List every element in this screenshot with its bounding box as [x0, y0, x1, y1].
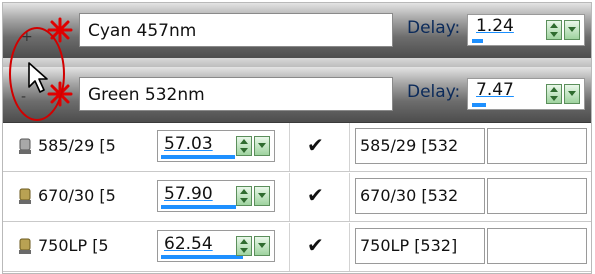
- filter-icon: [19, 188, 31, 204]
- empty-field[interactable]: [487, 128, 587, 164]
- mouse-cursor-icon: [28, 62, 48, 93]
- laser-row-cyan: + Cyan 457nm Delay: 1.24: [3, 3, 591, 59]
- laser-config-panel: + Cyan 457nm Delay: 1.24 - Green 532nm D…: [2, 2, 592, 274]
- percent-level-bar: [161, 255, 243, 259]
- band-separator: [3, 58, 591, 67]
- delay-value[interactable]: 1.24: [476, 16, 514, 36]
- cell-divider: [349, 173, 350, 221]
- filter-icon: [19, 138, 31, 154]
- laser-name-field[interactable]: Green 532nm: [79, 77, 393, 111]
- filter-name: 585/29 [5: [38, 136, 116, 155]
- alias-field[interactable]: 670/30 [532: [355, 178, 485, 214]
- cell-divider: [349, 123, 350, 171]
- cell-divider: [289, 173, 290, 221]
- percent-stepper[interactable]: 57.03: [157, 130, 275, 162]
- spinner-icon[interactable]: [236, 136, 270, 156]
- laser-row-green: - Green 532nm Delay: 7.47: [3, 67, 591, 123]
- laser-name-field[interactable]: Cyan 457nm: [79, 13, 393, 47]
- enabled-checkbox[interactable]: ✔: [307, 183, 324, 207]
- delay-stepper[interactable]: 7.47: [467, 78, 585, 110]
- enabled-checkbox[interactable]: ✔: [307, 233, 324, 257]
- percent-stepper[interactable]: 62.54: [157, 230, 275, 262]
- cell-divider: [289, 123, 290, 171]
- delay-label: Delay:: [407, 82, 461, 102]
- spinner-icon[interactable]: [236, 236, 270, 256]
- filter-name: 670/30 [5: [38, 186, 116, 205]
- spinner-icon[interactable]: [546, 20, 580, 40]
- table-row: 670/30 [5 57.90 ✔ 670/30 [532: [3, 173, 591, 222]
- delay-stepper[interactable]: 1.24: [467, 14, 585, 46]
- alias-field[interactable]: 750LP [532]: [355, 228, 485, 264]
- filter-table: 585/29 [5 57.03 ✔ 585/29 [532 670/30 [5 …: [3, 123, 591, 273]
- enabled-checkbox[interactable]: ✔: [307, 133, 324, 157]
- spinner-icon[interactable]: [546, 84, 580, 104]
- empty-field[interactable]: [487, 228, 587, 264]
- cell-divider: [289, 223, 290, 271]
- filter-icon: [19, 238, 31, 254]
- percent-level-bar: [161, 155, 235, 159]
- spinner-icon[interactable]: [236, 186, 270, 206]
- filter-name: 750LP [5: [38, 236, 109, 255]
- percent-value[interactable]: 57.90: [164, 184, 213, 204]
- delay-level-bar: [472, 103, 486, 107]
- percent-level-bar: [161, 205, 236, 209]
- empty-field[interactable]: [487, 178, 587, 214]
- delay-value[interactable]: 7.47: [476, 80, 514, 100]
- cell-divider: [349, 223, 350, 271]
- percent-stepper[interactable]: 57.90: [157, 180, 275, 212]
- percent-value[interactable]: 62.54: [164, 234, 213, 254]
- delay-level-bar: [472, 39, 483, 43]
- table-row: 750LP [5 62.54 ✔ 750LP [532]: [3, 223, 591, 272]
- percent-value[interactable]: 57.03: [164, 134, 213, 154]
- table-row: 585/29 [5 57.03 ✔ 585/29 [532: [3, 123, 591, 172]
- delay-label: Delay:: [407, 18, 461, 38]
- alias-field[interactable]: 585/29 [532: [355, 128, 485, 164]
